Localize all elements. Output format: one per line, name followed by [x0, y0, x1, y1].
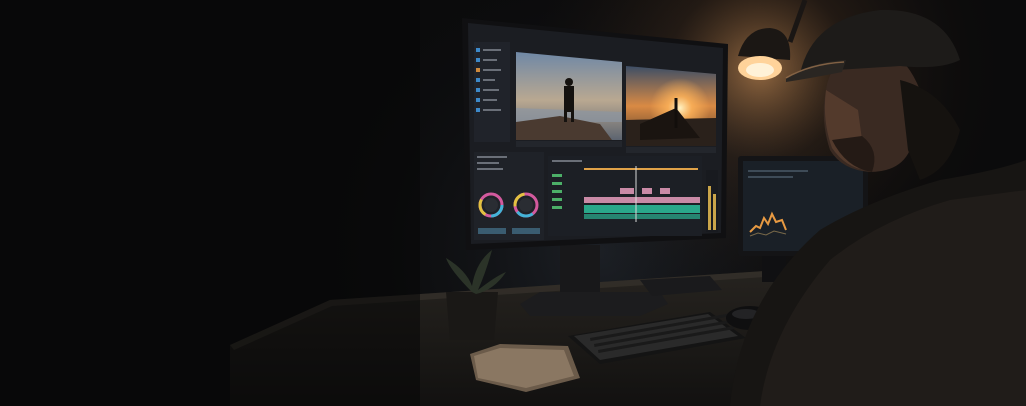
audio-meters: [706, 170, 718, 232]
project-panel: [474, 42, 510, 142]
program-viewer: [626, 66, 716, 153]
photo-scene: [0, 0, 1026, 406]
scene-illustration: [0, 0, 1026, 406]
timeline-panel: [548, 156, 702, 236]
source-viewer: [516, 52, 622, 147]
color-panel: [474, 152, 544, 240]
